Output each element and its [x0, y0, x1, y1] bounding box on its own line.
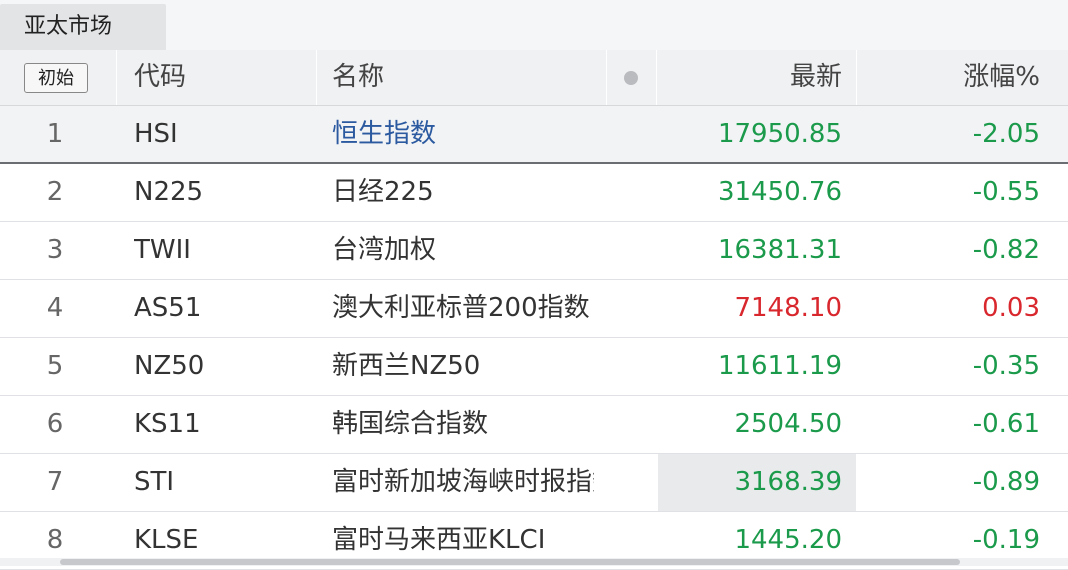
- row-index: 1: [46, 119, 64, 149]
- row-code: NZ50: [134, 351, 205, 381]
- column-divider[interactable]: [316, 50, 317, 105]
- status-dot-icon[interactable]: [624, 71, 638, 85]
- row-index: 4: [46, 293, 64, 323]
- row-index: 7: [46, 467, 64, 497]
- scrollbar-thumb[interactable]: [60, 559, 960, 565]
- row-last-price: 2504.50: [734, 409, 842, 439]
- tab-bar: 亚太市场: [0, 0, 1068, 50]
- row-name: 澳大利亚标普200指数: [332, 293, 590, 323]
- table-row[interactable]: 6 KS11 韩国综合指数 2504.50 -0.61: [0, 396, 1068, 454]
- table-row[interactable]: 4 AS51 澳大利亚标普200指数 7148.10 0.03: [0, 280, 1068, 338]
- row-last-price: 11611.19: [717, 351, 842, 381]
- row-index: 6: [46, 409, 64, 439]
- row-last-price: 3168.39: [734, 467, 842, 497]
- row-change-pct: -0.82: [972, 235, 1040, 265]
- table-row[interactable]: 7 STI 富时新加坡海峡时报指数 3168.39 -0.89: [0, 454, 1068, 512]
- row-last-price: 17950.85: [717, 119, 842, 149]
- row-index: 2: [46, 177, 64, 207]
- column-header-last[interactable]: 最新: [660, 50, 842, 105]
- tab-asia-pacific-market[interactable]: 亚太市场: [0, 4, 166, 50]
- row-change-pct: -0.61: [972, 409, 1040, 439]
- row-code: KS11: [134, 409, 201, 439]
- row-name[interactable]: 恒生指数: [332, 106, 594, 163]
- row-index: 3: [46, 235, 64, 265]
- row-last-price: 31450.76: [717, 177, 842, 207]
- column-divider[interactable]: [656, 50, 657, 105]
- column-header-code[interactable]: 代码: [134, 50, 186, 105]
- row-last-price: 7148.10: [734, 293, 842, 323]
- column-header-change-pct[interactable]: 涨幅%: [860, 50, 1040, 105]
- row-code: STI: [134, 467, 175, 497]
- row-change-pct: -0.55: [972, 177, 1040, 207]
- table-row[interactable]: 1 HSI 恒生指数 17950.85 -2.05: [0, 106, 1068, 164]
- row-change-pct: 0.03: [982, 293, 1040, 323]
- row-change-pct: -0.89: [972, 467, 1040, 497]
- column-header-name[interactable]: 名称: [332, 50, 384, 105]
- row-last-price: 16381.31: [717, 235, 842, 265]
- row-change-pct: -0.35: [972, 351, 1040, 381]
- row-index: 5: [46, 351, 64, 381]
- row-code: HSI: [134, 119, 178, 149]
- row-code: TWII: [134, 235, 191, 265]
- table-header: 初始 代码 名称 最新 涨幅%: [0, 50, 1068, 106]
- row-name: 韩国综合指数: [332, 409, 489, 439]
- horizontal-scrollbar[interactable]: [0, 558, 1068, 566]
- row-name: 新西兰NZ50: [332, 351, 481, 381]
- row-change-pct: -2.05: [972, 119, 1040, 149]
- column-divider[interactable]: [606, 50, 607, 105]
- row-name: 日经225: [332, 177, 434, 207]
- column-divider[interactable]: [116, 50, 117, 105]
- row-name: 富时新加坡海峡时报指数: [332, 467, 594, 497]
- table-row[interactable]: 2 N225 日经225 31450.76 -0.55: [0, 164, 1068, 222]
- table-row[interactable]: 5 NZ50 新西兰NZ50 11611.19 -0.35: [0, 338, 1068, 396]
- row-code: AS51: [134, 293, 202, 323]
- reset-sort-button[interactable]: 初始: [24, 63, 88, 93]
- table-row[interactable]: 3 TWII 台湾加权 16381.31 -0.82: [0, 222, 1068, 280]
- row-name: 台湾加权: [332, 235, 437, 265]
- row-code: N225: [134, 177, 204, 207]
- column-divider[interactable]: [856, 50, 857, 105]
